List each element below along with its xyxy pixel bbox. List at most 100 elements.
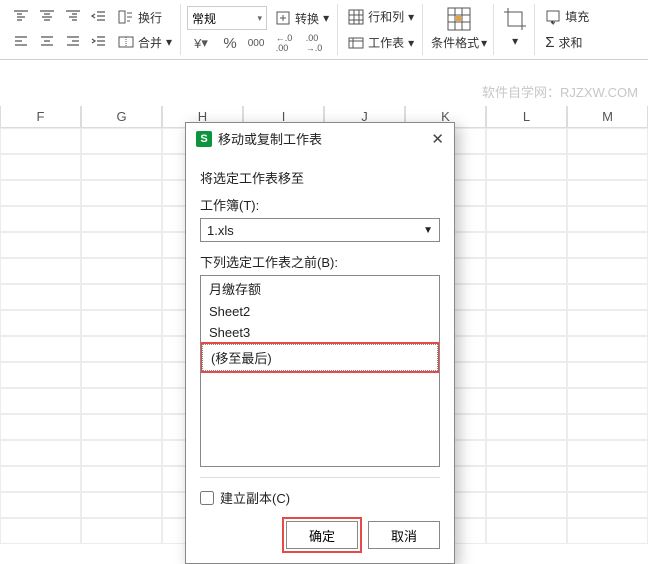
column-header[interactable]: F	[0, 106, 81, 128]
cell[interactable]	[567, 258, 648, 284]
wrap-text-button[interactable]: 换行	[114, 7, 166, 28]
conditional-format-button[interactable]: 条件格式▾	[425, 4, 494, 55]
cancel-button[interactable]: 取消	[368, 521, 440, 549]
cell[interactable]	[0, 518, 81, 544]
cell[interactable]	[81, 336, 162, 362]
cell[interactable]	[567, 180, 648, 206]
cell[interactable]	[486, 128, 567, 154]
cell[interactable]	[486, 492, 567, 518]
cell[interactable]	[486, 518, 567, 544]
cell[interactable]	[81, 440, 162, 466]
cell[interactable]	[0, 310, 81, 336]
cell[interactable]	[567, 154, 648, 180]
cell[interactable]	[81, 284, 162, 310]
cell[interactable]	[486, 310, 567, 336]
cell[interactable]	[0, 180, 81, 206]
cell[interactable]	[486, 466, 567, 492]
list-item[interactable]: (移至最后)	[202, 344, 438, 371]
cell[interactable]	[567, 362, 648, 388]
cell[interactable]	[81, 388, 162, 414]
indent-decrease-icon[interactable]	[88, 6, 110, 28]
ok-button[interactable]: 确定	[286, 521, 358, 549]
decimal-increase-button[interactable]: ←.0.00	[271, 32, 297, 54]
cell[interactable]	[0, 258, 81, 284]
cell[interactable]	[81, 414, 162, 440]
align-middle-icon[interactable]	[36, 6, 58, 28]
cell[interactable]	[81, 518, 162, 544]
cell[interactable]	[81, 466, 162, 492]
cell[interactable]	[567, 388, 648, 414]
cell[interactable]	[0, 492, 81, 518]
cell[interactable]	[0, 362, 81, 388]
align-center-icon[interactable]	[36, 31, 58, 53]
cell[interactable]	[486, 258, 567, 284]
currency-button[interactable]: ¥▾	[187, 32, 215, 54]
convert-button[interactable]: 转换▾	[271, 8, 333, 29]
align-top-icon[interactable]	[10, 6, 32, 28]
cell[interactable]	[0, 414, 81, 440]
close-icon[interactable]: ✕	[431, 130, 444, 148]
cell[interactable]	[567, 414, 648, 440]
cell[interactable]	[567, 518, 648, 544]
cell[interactable]	[81, 128, 162, 154]
cell[interactable]	[81, 206, 162, 232]
list-item[interactable]: 月缴存额	[201, 276, 439, 301]
indent-increase-icon[interactable]	[88, 31, 110, 53]
column-header[interactable]: M	[567, 106, 648, 128]
cell[interactable]	[0, 206, 81, 232]
cell[interactable]	[81, 310, 162, 336]
cell[interactable]	[0, 232, 81, 258]
cell[interactable]	[486, 284, 567, 310]
copy-checkbox[interactable]	[200, 491, 214, 505]
decimal-decrease-button[interactable]: .00→.0	[301, 32, 327, 54]
cell[interactable]	[0, 336, 81, 362]
cell[interactable]	[0, 284, 81, 310]
cell[interactable]	[0, 128, 81, 154]
cell[interactable]	[567, 336, 648, 362]
cell[interactable]	[0, 388, 81, 414]
cell[interactable]	[567, 310, 648, 336]
fill-button[interactable]: 填充	[541, 6, 593, 27]
sum-button[interactable]: Σ求和	[541, 32, 586, 53]
cell[interactable]	[567, 128, 648, 154]
cell[interactable]	[486, 362, 567, 388]
cell[interactable]	[486, 336, 567, 362]
cell[interactable]	[0, 154, 81, 180]
crop-button[interactable]: ▾	[496, 4, 535, 55]
cell[interactable]	[486, 414, 567, 440]
cell[interactable]	[567, 466, 648, 492]
cell[interactable]	[81, 232, 162, 258]
cell[interactable]	[567, 232, 648, 258]
sheet-list[interactable]: 月缴存额Sheet2Sheet3(移至最后)	[200, 275, 440, 467]
cell[interactable]	[486, 388, 567, 414]
cell[interactable]	[81, 180, 162, 206]
cell[interactable]	[81, 154, 162, 180]
cell[interactable]	[486, 154, 567, 180]
cell[interactable]	[486, 180, 567, 206]
cell[interactable]	[0, 440, 81, 466]
list-item[interactable]: Sheet3	[201, 322, 439, 343]
worksheet-button[interactable]: 工作表▾	[344, 32, 418, 53]
align-bottom-icon[interactable]	[62, 6, 84, 28]
cell[interactable]	[567, 440, 648, 466]
cell[interactable]	[486, 232, 567, 258]
cell[interactable]	[567, 284, 648, 310]
cell[interactable]	[81, 362, 162, 388]
thousands-button[interactable]: 000	[245, 32, 267, 54]
cell[interactable]	[81, 258, 162, 284]
merge-button[interactable]: 合并▾	[114, 32, 176, 53]
list-item[interactable]: Sheet2	[201, 301, 439, 322]
cell[interactable]	[81, 492, 162, 518]
percent-button[interactable]: %	[219, 32, 241, 54]
cell[interactable]	[486, 206, 567, 232]
workbook-select[interactable]: 1.xls ▼	[200, 218, 440, 242]
cell[interactable]	[486, 440, 567, 466]
column-header[interactable]: G	[81, 106, 162, 128]
rows-cols-button[interactable]: 行和列▾	[344, 6, 418, 27]
align-left-icon[interactable]	[10, 31, 32, 53]
column-header[interactable]: L	[486, 106, 567, 128]
number-format-select[interactable]: 常规▾	[187, 6, 267, 30]
cell[interactable]	[567, 206, 648, 232]
cell[interactable]	[0, 466, 81, 492]
cell[interactable]	[567, 492, 648, 518]
